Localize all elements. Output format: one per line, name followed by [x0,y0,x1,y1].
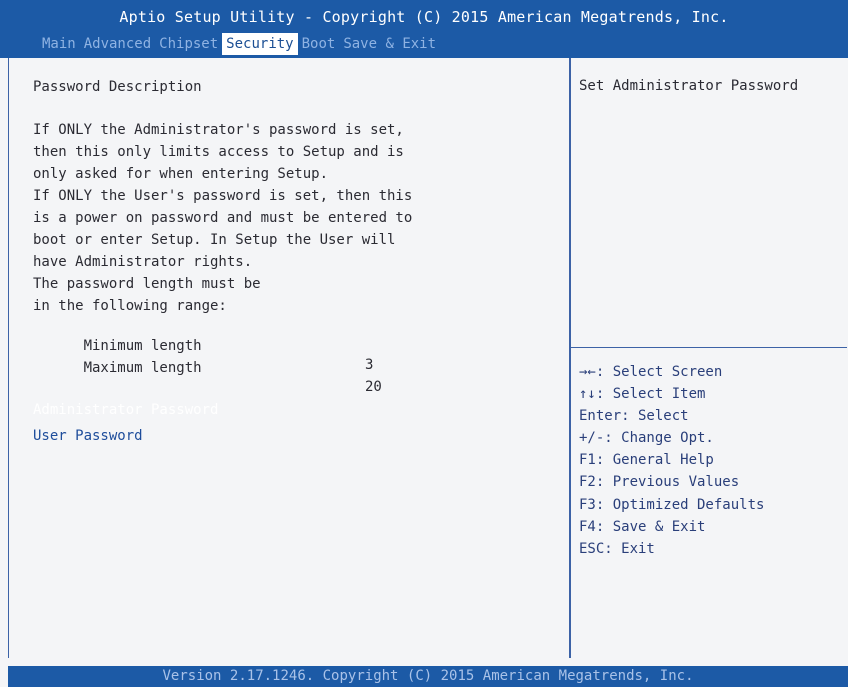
administrator-password-item[interactable]: Administrator Password [33,402,218,418]
key-change-opt: +/-: Change Opt. [579,430,714,447]
key-esc-exit: ESC: Exit [579,540,655,557]
description-line: then this only limits access to Setup an… [33,144,404,160]
description-line: only asked for when entering Setup. [33,166,329,182]
max-length-value: 20 [365,379,382,395]
description-line: in the following range: [33,298,227,314]
key-select-item: ↑↓: Select Item [579,386,706,403]
main-frame: Password Description If ONLY the Adminis… [8,58,848,658]
tab-security[interactable]: Security [222,33,298,55]
tab-chipset[interactable]: Chipset [155,33,222,55]
key-save-exit: F4: Save & Exit [579,518,706,535]
header-bar: Aptio Setup Utility - Copyright (C) 2015… [0,0,848,58]
min-length-value: 3 [365,357,374,373]
tab-advanced[interactable]: Advanced [80,33,155,55]
tab-bar: Main Advanced Chipset Security Boot Save… [38,33,440,55]
tab-main[interactable]: Main [38,33,80,55]
help-divider [571,347,847,348]
key-optimized-defaults: F3: Optimized Defaults [579,496,765,513]
section-title: Password Description [33,79,202,95]
description-line: The password length must be [33,276,261,292]
tab-save-exit[interactable]: Save & Exit [339,33,440,55]
footer-bar: Version 2.17.1246. Copyright (C) 2015 Am… [8,666,848,687]
bios-screen: Aptio Setup Utility - Copyright (C) 2015… [0,0,848,687]
description-line: If ONLY the Administrator's password is … [33,122,404,138]
vertical-divider [569,58,571,658]
key-legend: →←: Select Screen ↑↓: Select Item Enter:… [579,361,764,560]
description-line: boot or enter Setup. In Setup the User w… [33,232,396,248]
max-length-label: Maximum length [83,360,202,376]
user-password-item[interactable]: User Password [33,428,143,444]
description-line: If ONLY the User's password is set, then… [33,188,413,204]
description-line: have Administrator rights. [33,254,253,270]
key-general-help: F1: General Help [579,452,714,469]
utility-title: Aptio Setup Utility - Copyright (C) 2015… [119,8,729,26]
key-previous-values: F2: Previous Values [579,474,740,491]
key-enter-select: Enter: Select [579,408,689,425]
tab-boot[interactable]: Boot [298,33,340,55]
key-select-screen: →←: Select Screen [579,364,723,380]
description-line: is a power on password and must be enter… [33,210,413,226]
help-description: Set Administrator Password [579,78,799,94]
